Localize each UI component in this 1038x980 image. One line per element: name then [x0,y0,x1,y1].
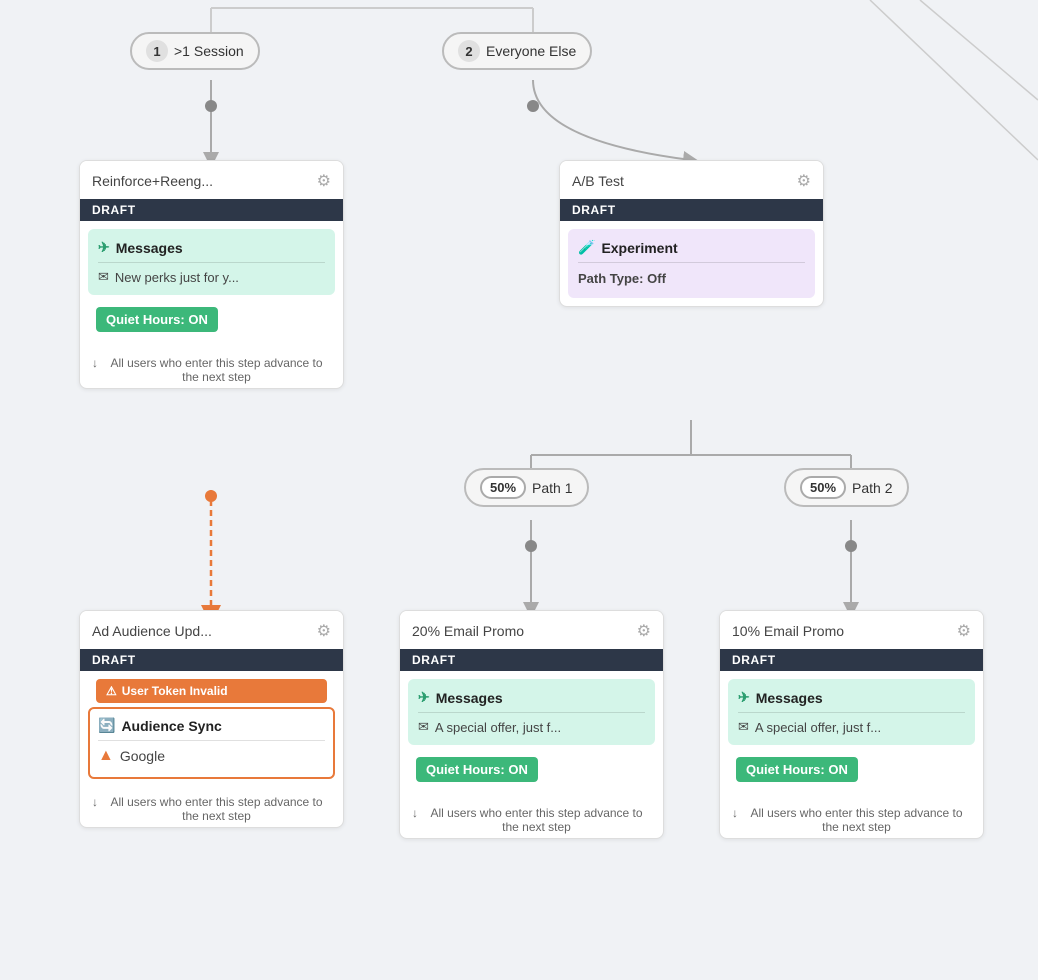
email10-header: 10% Email Promo ⚙ [720,611,983,649]
path-1-label: Path 1 [532,480,572,496]
email10-block-title: ✈ Messages [738,689,965,706]
path-2-pill: 50% Path 2 [784,468,909,507]
warning-icon: ⚠ [106,684,117,698]
branch-2-number: 2 [458,40,480,62]
reinforce-card: Reinforce+Reeng... ⚙ DRAFT ✈ Messages ✉ … [79,160,344,389]
email10-messages-block: ✈ Messages ✉ A special offer, just f... [728,679,975,745]
email20-header: 20% Email Promo ⚙ [400,611,663,649]
connector-dot-path2 [845,540,857,552]
abtest-draft-bar: DRAFT [560,199,823,221]
ad-audience-gear-icon[interactable]: ⚙ [317,621,331,641]
abtest-experiment-block: 🧪 Experiment Path Type: Off [568,229,815,298]
branch-1-pill: 1 >1 Session [130,32,260,70]
path-2-label: Path 2 [852,480,892,496]
reinforce-message-row: ✉ New perks just for y... [98,269,325,285]
email20-message-row: ✉ A special offer, just f... [418,719,645,735]
reinforce-quiet-hours: Quiet Hours: ON [96,307,218,332]
email10-title: 10% Email Promo [732,623,844,639]
audience-sync-icon: 🔄 [98,717,115,734]
branch-2-label: Everyone Else [486,43,576,59]
email20-messages-block: ✈ Messages ✉ A special offer, just f... [408,679,655,745]
path-2-pct: 50% [800,476,846,499]
ad-audience-card: Ad Audience Upd... ⚙ DRAFT ⚠ User Token … [79,610,344,828]
email10-gear-icon[interactable]: ⚙ [957,621,971,641]
reinforce-title: Reinforce+Reeng... [92,173,213,189]
abtest-block-title: 🧪 Experiment [578,239,805,256]
email20-draft-bar: DRAFT [400,649,663,671]
branch-1-number: 1 [146,40,168,62]
audience-sync-wrapper: 🔄 Audience Sync ▲ Google [88,707,335,779]
abtest-gear-icon[interactable]: ⚙ [797,171,811,191]
abtest-path-type: Path Type: Off [578,269,805,288]
reinforce-draft-bar: DRAFT [80,199,343,221]
connector-dot-orange [205,490,217,502]
email10-draft-bar: DRAFT [720,649,983,671]
email20-block-title: ✈ Messages [418,689,645,706]
email-icon-2: ✉ [418,719,429,735]
email10-advance-text: ↓ All users who enter this step advance … [720,798,983,838]
advance-icon-4: ↓ [732,806,738,820]
google-row: ▲ Google [98,747,325,769]
messages-icon-3: ✈ [738,689,750,706]
email20-advance-text: ↓ All users who enter this step advance … [400,798,663,838]
abtest-card: A/B Test ⚙ DRAFT 🧪 Experiment Path Type:… [559,160,824,307]
error-badge: ⚠ User Token Invalid [96,679,327,703]
ad-audience-header: Ad Audience Upd... ⚙ [80,611,343,649]
reinforce-block-title: ✈ Messages [98,239,325,256]
abtest-header: A/B Test ⚙ [560,161,823,199]
reinforce-advance-text: ↓ All users who enter this step advance … [80,348,343,388]
messages-icon: ✈ [98,239,110,256]
path-1-pct: 50% [480,476,526,499]
experiment-icon: 🧪 [578,239,595,256]
connector-dot-2 [527,100,539,112]
email20-card: 20% Email Promo ⚙ DRAFT ✈ Messages ✉ A s… [399,610,664,839]
reinforce-header: Reinforce+Reeng... ⚙ [80,161,343,199]
email-icon: ✉ [98,269,109,285]
abtest-title: A/B Test [572,173,624,189]
messages-icon-2: ✈ [418,689,430,706]
google-icon: ▲ [98,747,114,765]
advance-icon-3: ↓ [412,806,418,820]
reinforce-messages-block: ✈ Messages ✉ New perks just for y... [88,229,335,295]
ad-audience-content: ⚠ User Token Invalid 🔄 Audience Sync ▲ G… [88,679,335,779]
email10-quiet-hours: Quiet Hours: ON [736,757,858,782]
audience-sync-title: 🔄 Audience Sync [98,717,325,734]
ad-audience-title: Ad Audience Upd... [92,623,212,639]
path-1-pill: 50% Path 1 [464,468,589,507]
email20-quiet-hours: Quiet Hours: ON [416,757,538,782]
branch-2-pill: 2 Everyone Else [442,32,592,70]
email20-gear-icon[interactable]: ⚙ [637,621,651,641]
ad-audience-draft-bar: DRAFT [80,649,343,671]
ad-audience-advance-text: ↓ All users who enter this step advance … [80,787,343,827]
branch-1-label: >1 Session [174,43,244,59]
email10-message-row: ✉ A special offer, just f... [738,719,965,735]
reinforce-gear-icon[interactable]: ⚙ [317,171,331,191]
email10-card: 10% Email Promo ⚙ DRAFT ✈ Messages ✉ A s… [719,610,984,839]
email-icon-3: ✉ [738,719,749,735]
connector-dot-1 [205,100,217,112]
email20-title: 20% Email Promo [412,623,524,639]
advance-icon-2: ↓ [92,795,98,809]
connector-dot-path1 [525,540,537,552]
advance-icon: ↓ [92,356,98,370]
